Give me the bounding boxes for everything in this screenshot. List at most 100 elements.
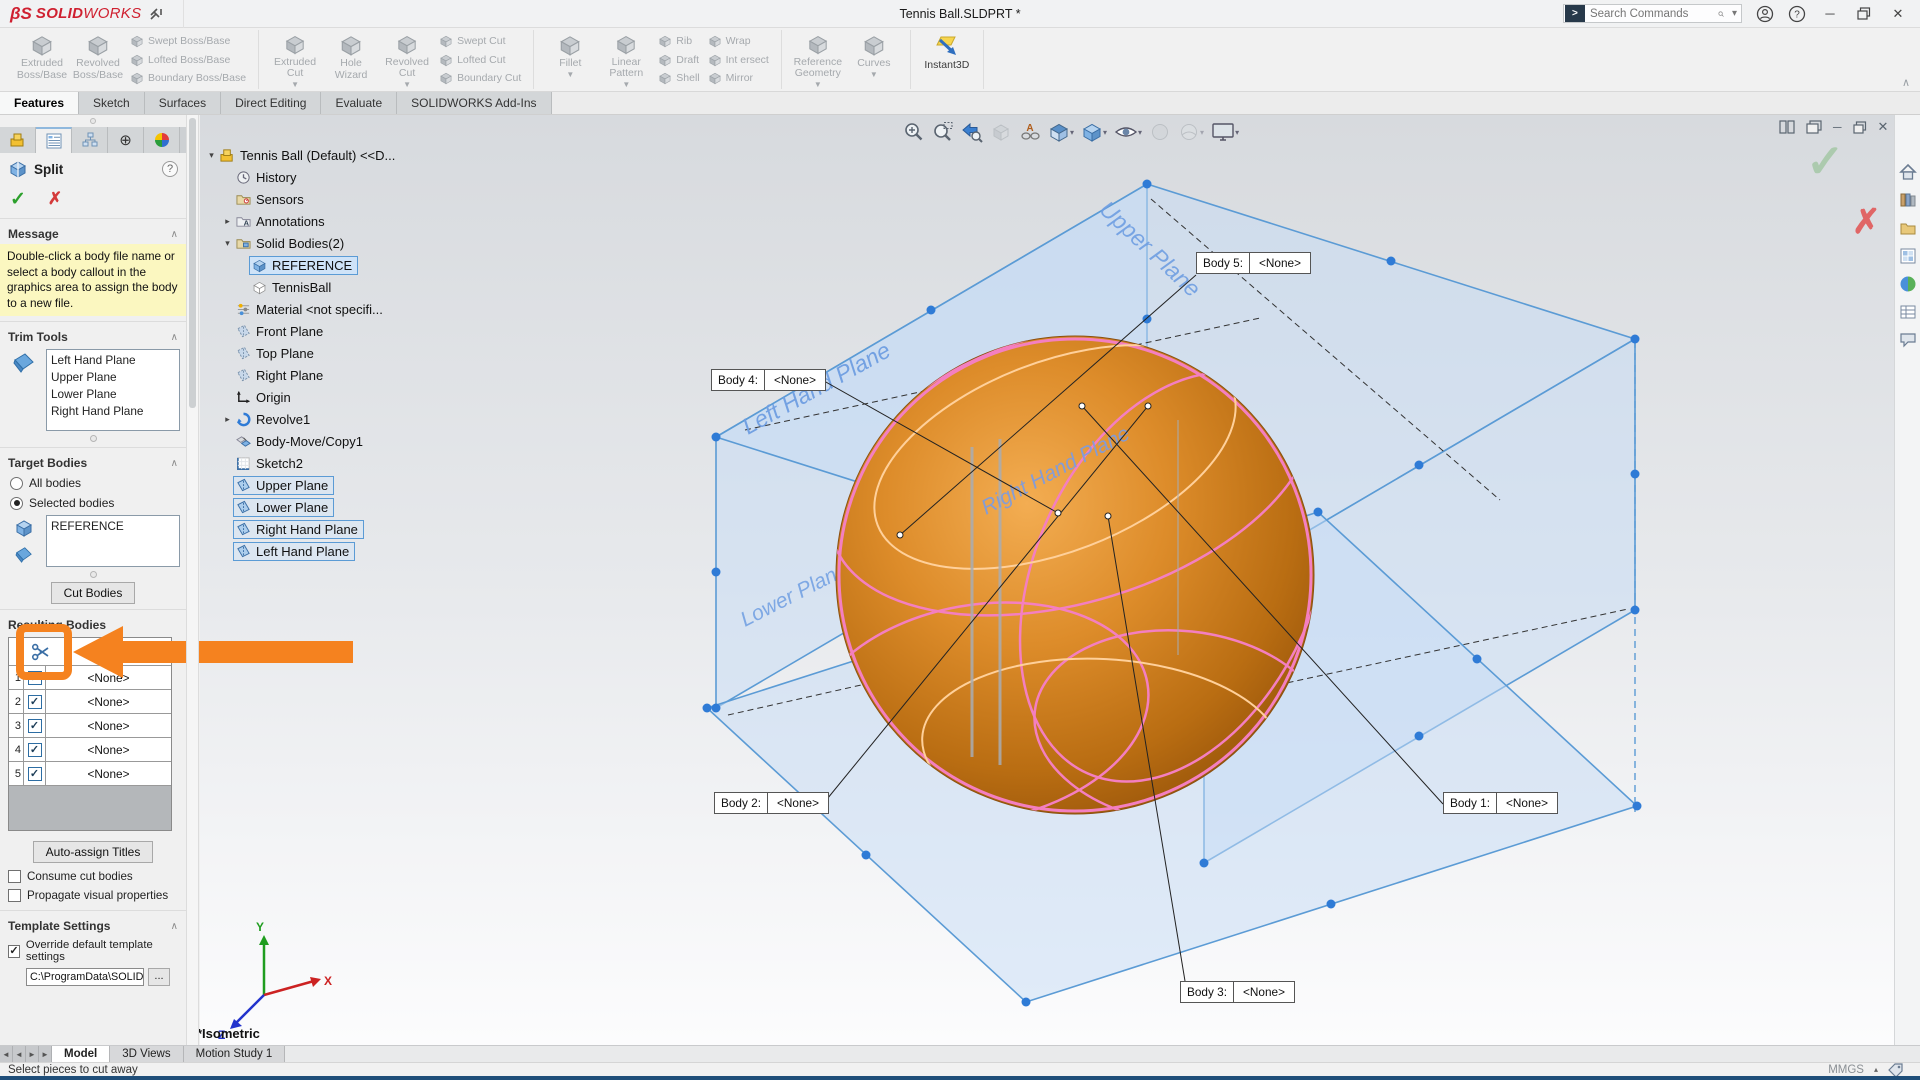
body-file-name[interactable]: <None> — [46, 714, 171, 737]
close-button[interactable]: ✕ — [1888, 6, 1908, 22]
minimize-button[interactable]: ─ — [1820, 6, 1840, 21]
radio-selected-bodies[interactable]: Selected bodies — [0, 493, 186, 513]
ribbon-button-int-ersect[interactable]: Int ersect — [708, 53, 769, 67]
row-checkbox[interactable]: ✓ — [28, 671, 42, 685]
resulting-body-row[interactable]: 4✓<None> — [9, 738, 171, 762]
doc-restore-button[interactable] — [1853, 121, 1867, 134]
tree-item-front-plane[interactable]: Front Plane — [205, 320, 400, 342]
trim-tools-list[interactable]: Left Hand PlaneUpper PlaneLower PlaneRig… — [46, 349, 180, 431]
first-tab-button[interactable]: ◄ — [0, 1046, 13, 1062]
tab-solidworks-add-ins[interactable]: SOLIDWORKS Add-Ins — [397, 92, 551, 114]
propagate-visual-properties-checkbox[interactable]: Propagate visual properties — [0, 886, 186, 905]
dropdown-caret-icon[interactable]: ▼ — [622, 81, 630, 89]
ribbon-button-extruded-cut[interactable]: Extruded Cut▼ — [267, 30, 323, 89]
callout-body-2[interactable]: Body 2:<None> — [714, 792, 829, 814]
bottom-tab-motion-study-1[interactable]: Motion Study 1 — [184, 1046, 286, 1062]
panel-grip[interactable] — [0, 115, 186, 127]
tree-item-right-plane[interactable]: Right Plane — [205, 364, 400, 386]
tree-item-right-hand-plane[interactable]: Right Hand Plane — [205, 518, 400, 540]
scrollbar-thumb[interactable] — [189, 118, 196, 408]
override-template-checkbox[interactable]: ✓Override default template settings — [0, 936, 186, 966]
cut-bodies-button[interactable]: Cut Bodies — [51, 582, 136, 604]
tab-propertymanager[interactable] — [36, 127, 72, 153]
apply-scene-button[interactable]: ▾ — [1178, 121, 1204, 143]
last-tab-button[interactable]: ► — [39, 1046, 52, 1062]
ribbon-button-reference-geometry[interactable]: Reference Geometry▼ — [790, 30, 846, 89]
cancel-button[interactable]: ✗ — [48, 189, 62, 209]
selected-bodies-list[interactable]: REFERENCE — [46, 515, 180, 567]
confirmation-ok-icon[interactable]: ✓ — [1806, 134, 1845, 188]
view-orientation-button[interactable]: ▾ — [1048, 121, 1074, 143]
trim-tool-item[interactable]: Upper Plane — [51, 369, 175, 386]
ribbon-button-wrap[interactable]: Wrap — [708, 34, 769, 48]
search-caret-icon[interactable]: ▾ — [1728, 8, 1741, 19]
ribbon-button-swept-boss-base[interactable]: Swept Boss/Base — [130, 34, 246, 48]
user-account-icon[interactable] — [1756, 5, 1774, 23]
ribbon-button-mirror[interactable]: Mirror — [708, 71, 769, 85]
tree-item-history[interactable]: History — [205, 166, 400, 188]
help-icon[interactable]: ? — [162, 161, 178, 177]
design-library-icon[interactable] — [1899, 191, 1917, 209]
row-checkbox[interactable]: ✓ — [28, 719, 42, 733]
dropdown-caret-icon[interactable]: ▼ — [403, 81, 411, 89]
callout-body-5[interactable]: Body 5:<None> — [1196, 252, 1311, 274]
prev-tab-button[interactable]: ◄ — [13, 1046, 26, 1062]
callout-value[interactable]: <None> — [1233, 982, 1294, 1002]
search-commands-box[interactable]: > ▾ — [1563, 4, 1742, 23]
pin-icon[interactable] — [147, 5, 165, 23]
ribbon-button-shell[interactable]: Shell — [658, 71, 699, 85]
search-icon[interactable] — [1714, 7, 1728, 21]
ribbon-button-revolved-boss-base[interactable]: Revolved Boss/Base — [70, 30, 126, 89]
collapse-arrow-icon[interactable]: ▸ — [221, 216, 234, 227]
ok-button[interactable]: ✓ — [10, 188, 26, 211]
resize-handle[interactable] — [90, 435, 97, 442]
tab-configurationmanager[interactable] — [72, 127, 108, 153]
view-settings-button[interactable]: ▾ — [1211, 121, 1239, 143]
trim-tool-item[interactable]: Right Hand Plane — [51, 403, 175, 420]
bottom-tab-model[interactable]: Model — [52, 1046, 110, 1062]
ribbon-button-linear-pattern[interactable]: Linear Pattern▼ — [598, 30, 654, 89]
doc-minimize-button[interactable]: ─ — [1833, 120, 1842, 134]
dynamic-annotation-views-icon[interactable]: A — [1019, 121, 1041, 143]
expand-arrow-icon[interactable]: ▾ — [221, 238, 234, 249]
tree-item-tennisball[interactable]: TennisBall — [205, 276, 400, 298]
resize-handle[interactable] — [90, 571, 97, 578]
radio-all-bodies[interactable]: All bodies — [0, 473, 186, 493]
chevron-up-icon[interactable]: ∧ — [171, 921, 178, 932]
tab-surfaces[interactable]: Surfaces — [145, 92, 221, 114]
ribbon-button-curves[interactable]: Curves▼ — [846, 30, 902, 89]
tree-item-material-not-specifi[interactable]: Material <not specifi... — [205, 298, 400, 320]
ribbon-button-instant3d[interactable]: Instant3D — [919, 30, 975, 89]
resulting-body-row[interactable]: 3✓<None> — [9, 714, 171, 738]
callout-value[interactable]: <None> — [1496, 793, 1557, 813]
solidworks-resources-icon[interactable] — [1899, 163, 1917, 181]
callout-body-4[interactable]: Body 4:<None> — [711, 369, 826, 391]
ribbon-button-lofted-cut[interactable]: Lofted Cut — [439, 53, 521, 67]
tree-item-upper-plane[interactable]: Upper Plane — [205, 474, 400, 496]
previous-view-icon[interactable] — [961, 121, 983, 143]
tree-item-lower-plane[interactable]: Lower Plane — [205, 496, 400, 518]
tab-evaluate[interactable]: Evaluate — [321, 92, 397, 114]
tile-windows-icon[interactable] — [1779, 120, 1795, 134]
dropdown-caret-icon[interactable]: ▼ — [291, 81, 299, 89]
callout-value[interactable]: <None> — [764, 370, 825, 390]
template-path-field[interactable]: C:\ProgramData\SOLIDWORK — [26, 968, 144, 986]
resulting-body-row[interactable]: 1✓<None> — [9, 666, 171, 690]
target-bodies-section-header[interactable]: Target Bodies∧ — [0, 453, 186, 473]
trim-tools-section-header[interactable]: Trim Tools∧ — [0, 327, 186, 347]
auto-assign-titles-button[interactable]: Auto-assign Titles — [33, 841, 154, 863]
hide-show-items-button[interactable]: ▾ — [1114, 121, 1142, 143]
zoom-to-fit-icon[interactable] — [903, 121, 925, 143]
message-section-header[interactable]: Message∧ — [0, 224, 186, 244]
resulting-body-row[interactable]: 5✓<None> — [9, 762, 171, 786]
zoom-to-area-icon[interactable] — [932, 121, 954, 143]
row-checkbox[interactable]: ✓ — [28, 767, 42, 781]
tab-sketch[interactable]: Sketch — [79, 92, 145, 114]
file-explorer-icon[interactable] — [1899, 219, 1917, 237]
ribbon-button-boundary-boss-base[interactable]: Boundary Boss/Base — [130, 71, 246, 85]
tree-item-tennis-ball-default-d[interactable]: ▾Tennis Ball (Default) <<D... — [205, 144, 400, 166]
dropdown-caret-icon[interactable]: ▼ — [870, 71, 878, 79]
next-tab-button[interactable]: ► — [26, 1046, 39, 1062]
ribbon-button-boundary-cut[interactable]: Boundary Cut — [439, 71, 521, 85]
template-settings-section-header[interactable]: Template Settings∧ — [0, 916, 186, 936]
